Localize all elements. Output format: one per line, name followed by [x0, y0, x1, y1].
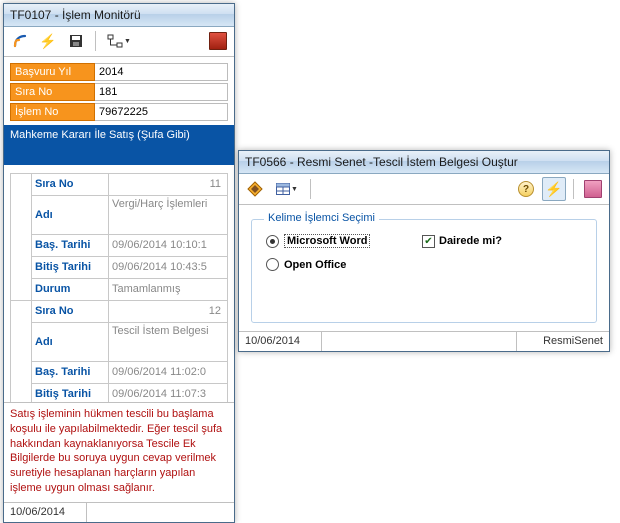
win1-titlebar[interactable]: TF0107 - İşlem Monitörü: [4, 4, 234, 27]
basvuru-yil-label: Başvuru Yıl: [10, 63, 95, 81]
radio-dot-icon: [266, 235, 279, 248]
table-row[interactable]: Sıra No 11: [11, 173, 228, 195]
win1-statusbar: 10/06/2014: [4, 502, 234, 522]
field-label: Sıra No: [32, 300, 109, 322]
win2-titlebar[interactable]: TF0566 - Resmi Senet -Tescil İstem Belge…: [239, 151, 609, 174]
details-table: Sıra No 11 Adı Vergi/Harç İşlemleri Baş.…: [10, 173, 228, 402]
resmi-senet-window: TF0566 - Resmi Senet -Tescil İstem Belge…: [238, 150, 610, 352]
table-row[interactable]: Sıra No 12: [11, 300, 228, 322]
stop-icon-2[interactable]: [581, 177, 605, 201]
status-mid: [322, 332, 517, 351]
radio-openoffice[interactable]: Open Office: [266, 258, 346, 271]
sira-no-label: Sıra No: [10, 83, 95, 101]
stop-icon[interactable]: [206, 29, 230, 53]
help-icon[interactable]: ?: [514, 177, 538, 201]
field-label: Baş. Tarihi: [32, 361, 109, 383]
field-label: Sıra No: [32, 173, 109, 195]
field-label: Bitiş Tarihi: [32, 256, 109, 278]
checkbox-dairede-label: Dairede mi?: [439, 235, 502, 247]
basvuru-yil-value[interactable]: 2014: [95, 63, 228, 81]
word-processor-group: Kelime İşlemci Seçimi Microsoft Word ✔ D…: [251, 219, 597, 323]
sira-no-value[interactable]: 181: [95, 83, 228, 101]
table-row[interactable]: Adı Vergi/Harç İşlemleri: [11, 195, 228, 234]
field-label: Bitiş Tarihi: [32, 383, 109, 402]
status-date: 10/06/2014: [4, 503, 87, 522]
run-bolt-icon[interactable]: ⚡: [542, 177, 566, 201]
islem-no-value[interactable]: 79672225: [95, 103, 228, 121]
status-empty: [87, 503, 234, 522]
diamond-icon[interactable]: [243, 177, 267, 201]
table-row[interactable]: Bitiş Tarihi 09/06/2014 10:43:5: [11, 256, 228, 278]
table-row[interactable]: Adı Tescil İstem Belgesi: [11, 322, 228, 361]
details-area: Sıra No 11 Adı Vergi/Harç İşlemleri Baş.…: [4, 169, 234, 402]
field-value: 09/06/2014 11:02:0: [109, 361, 228, 383]
field-label: Adı: [32, 195, 109, 234]
status-date: 10/06/2014: [239, 332, 322, 351]
field-label: Baş. Tarihi: [32, 234, 109, 256]
win1-title: TF0107 - İşlem Monitörü: [10, 4, 141, 26]
field-value: 09/06/2014 10:10:1: [109, 234, 228, 256]
table-row[interactable]: Baş. Tarihi 09/06/2014 11:02:0: [11, 361, 228, 383]
field-label: Durum: [32, 278, 109, 300]
app-logo-icon[interactable]: [8, 29, 32, 53]
field-label: Adı: [32, 322, 109, 361]
hierarchy-icon[interactable]: ▼: [103, 29, 135, 53]
radio-word[interactable]: Microsoft Word: [266, 234, 416, 248]
status-type: ResmiSenet: [517, 332, 609, 351]
table-row[interactable]: Bitiş Tarihi 09/06/2014 11:07:3: [11, 383, 228, 402]
field-value: 12: [109, 300, 228, 322]
islem-monitoru-window: TF0107 - İşlem Monitörü ⚡ ▼ Başvuru Yıl …: [3, 3, 235, 523]
field-value: 11: [109, 173, 228, 195]
win2-title: TF0566 - Resmi Senet -Tescil İstem Belge…: [245, 151, 518, 173]
table-row[interactable]: Durum Tamamlanmış: [11, 278, 228, 300]
field-value: 09/06/2014 10:43:5: [109, 256, 228, 278]
win2-statusbar: 10/06/2014 ResmiSenet: [239, 331, 609, 351]
win2-body: Kelime İşlemci Seçimi Microsoft Word ✔ D…: [239, 205, 609, 331]
save-icon[interactable]: [64, 29, 88, 53]
notes-text: Satış işleminin hükmen tescili bu başlam…: [4, 402, 234, 502]
field-value: Tamamlanmış: [109, 278, 228, 300]
header-form: Başvuru Yıl 2014 Sıra No 181 İşlem No 79…: [4, 57, 234, 169]
check-icon: ✔: [422, 235, 435, 248]
radio-dot-icon: [266, 258, 279, 271]
islem-no-label: İşlem No: [10, 103, 95, 121]
win2-toolbar: ▼ ? ⚡: [239, 174, 609, 205]
table-icon[interactable]: ▼: [271, 177, 303, 201]
table-row[interactable]: Baş. Tarihi 09/06/2014 10:10:1: [11, 234, 228, 256]
field-value: Vergi/Harç İşlemleri: [109, 195, 228, 234]
bolt-icon[interactable]: ⚡: [36, 29, 60, 53]
radio-oo-label: Open Office: [284, 259, 346, 271]
group-legend: Kelime İşlemci Seçimi: [264, 212, 379, 224]
field-value: Tescil İstem Belgesi: [109, 322, 228, 361]
radio-word-label: Microsoft Word: [284, 234, 370, 248]
checkbox-dairede[interactable]: ✔ Dairede mi?: [422, 235, 502, 248]
field-value: 09/06/2014 11:07:3: [109, 383, 228, 402]
win1-toolbar: ⚡ ▼: [4, 27, 234, 57]
islem-type-bar: Mahkeme Kararı İle Satış (Şufa Gibi): [4, 125, 234, 165]
